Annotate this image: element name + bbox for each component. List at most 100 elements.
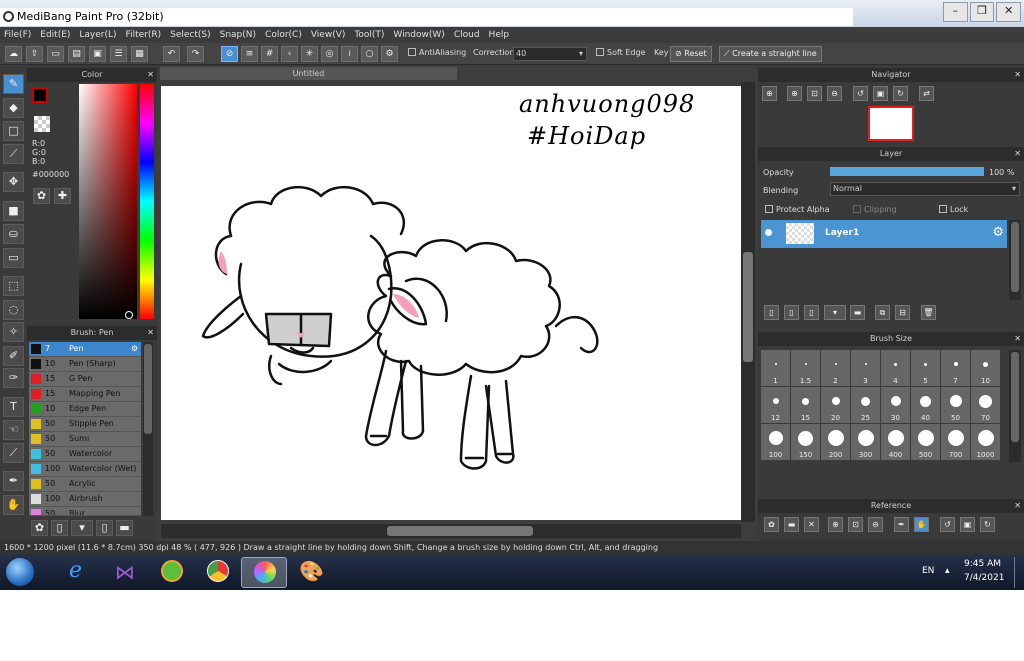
start-button-icon[interactable]: [6, 558, 34, 586]
close-icon[interactable]: ✕: [1014, 68, 1021, 82]
grid-snap-icon[interactable]: #: [261, 46, 278, 62]
brush-size-cell[interactable]: 1: [761, 350, 790, 386]
redo-icon[interactable]: ↷: [187, 46, 204, 62]
reset-view-icon[interactable]: ▣: [960, 517, 975, 532]
brush-item[interactable]: 50 Acrylic: [29, 477, 141, 492]
color-picker-handle[interactable]: [125, 311, 133, 319]
curve-snap-icon[interactable]: ≀: [341, 46, 358, 62]
menu-view[interactable]: View(V): [311, 27, 346, 43]
zoom-out-icon[interactable]: ⊖: [827, 86, 842, 101]
flip-icon[interactable]: ⇄: [919, 86, 934, 101]
menu-file[interactable]: File(F): [4, 27, 31, 43]
brush-size-cell[interactable]: 4: [881, 350, 910, 386]
merge-layer-icon[interactable]: ⧉: [875, 305, 890, 320]
page-icon[interactable]: ▣: [89, 46, 106, 62]
brush-list-scrollbar[interactable]: [143, 342, 153, 516]
comment-icon[interactable]: ▭: [47, 46, 64, 62]
layer-add-menu-icon[interactable]: ▾: [824, 305, 846, 320]
brush-size-cell[interactable]: 15: [791, 387, 820, 423]
shape-tool-icon[interactable]: ⟋: [3, 144, 24, 164]
document-tab[interactable]: Untitled: [160, 67, 457, 80]
saturation-value-picker[interactable]: [79, 84, 137, 319]
clock-date[interactable]: 7/4/2021: [964, 573, 1004, 583]
bucket-tool-icon[interactable]: ⛀: [3, 224, 24, 244]
brush-size-cell[interactable]: 50: [941, 387, 970, 423]
rotate-left-icon[interactable]: ↺: [940, 517, 955, 532]
ellipse-snap-icon[interactable]: ○: [361, 46, 378, 62]
brush-add-icon[interactable]: ✿: [31, 520, 48, 536]
tray-expand-icon[interactable]: ▴: [945, 566, 950, 576]
reset-button[interactable]: ⊘ Reset: [670, 46, 712, 62]
rotate-right-icon[interactable]: ↻: [980, 517, 995, 532]
vs-taskbar-button[interactable]: ⋈: [103, 557, 149, 588]
brush-item[interactable]: 15 Mapping Pen: [29, 387, 141, 402]
copy-icon[interactable]: ▯: [96, 520, 113, 536]
menu-help[interactable]: Help: [489, 27, 510, 43]
horizontal-scroll-thumb[interactable]: [387, 526, 533, 536]
canvas-horizontal-scrollbar[interactable]: [161, 524, 741, 538]
brush-size-cell[interactable]: 7: [941, 350, 970, 386]
language-indicator[interactable]: EN: [922, 566, 934, 576]
brush-size-cell[interactable]: 30: [881, 387, 910, 423]
brush-size-cell[interactable]: 150: [791, 424, 820, 460]
brush-size-cell[interactable]: 2: [821, 350, 850, 386]
layer-folder-icon[interactable]: ▬: [850, 305, 865, 320]
medibang-taskbar-button[interactable]: [241, 557, 287, 588]
reset-view-icon[interactable]: ▣: [873, 86, 888, 101]
brush-item[interactable]: 50 Sumi: [29, 432, 141, 447]
cloud-icon[interactable]: ☁: [5, 46, 22, 62]
close-icon[interactable]: ✕: [1014, 499, 1021, 513]
brush-menu-icon[interactable]: ▾: [71, 520, 93, 536]
menu-color[interactable]: Color(C): [265, 27, 302, 43]
hand-tool-icon[interactable]: ✋: [3, 495, 24, 515]
palette-icon[interactable]: ✿: [33, 188, 50, 204]
select-rect-icon[interactable]: ⬚: [3, 276, 24, 296]
magic-wand-icon[interactable]: ✧: [3, 322, 24, 342]
brush-item[interactable]: 100 Watercolor (Wet): [29, 462, 141, 477]
zoom-in-icon[interactable]: ⊕: [787, 86, 802, 101]
layer-scrollbar[interactable]: [1009, 220, 1021, 300]
new-layer-icon[interactable]: ▯: [764, 305, 779, 320]
chrome-taskbar-button[interactable]: [195, 557, 241, 588]
brush-size-cell[interactable]: 20: [821, 387, 850, 423]
perspective-snap-icon[interactable]: ‹: [281, 46, 298, 62]
antialiasing-checkbox[interactable]: AntiAliasing: [408, 48, 466, 57]
radial-snap-icon[interactable]: ✳: [301, 46, 318, 62]
minimize-button[interactable]: –: [943, 2, 968, 22]
fit-screen-icon[interactable]: ⊡: [807, 86, 822, 101]
menu-tool[interactable]: Tool(T): [354, 27, 384, 43]
grid-icon[interactable]: ▦: [131, 46, 148, 62]
clipping-checkbox[interactable]: Clipping: [853, 205, 897, 214]
paint-taskbar-button[interactable]: 🎨: [287, 557, 333, 588]
lasso-tool-icon[interactable]: ◌: [3, 300, 24, 320]
list-icon[interactable]: ☰: [110, 46, 127, 62]
close-icon[interactable]: ✕: [1014, 147, 1021, 161]
restore-button[interactable]: ❐: [969, 2, 995, 22]
operation-tool-icon[interactable]: ☜: [3, 420, 24, 440]
brush-size-cell[interactable]: 500: [911, 424, 940, 460]
chat-icon[interactable]: ▤: [68, 46, 85, 62]
eye-icon[interactable]: [765, 229, 772, 236]
eyedropper-icon[interactable]: ✒: [894, 517, 909, 532]
brush-size-cell[interactable]: 40: [911, 387, 940, 423]
brush-size-cell[interactable]: 12: [761, 387, 790, 423]
concentric-snap-icon[interactable]: ◎: [321, 46, 338, 62]
dot-tool-icon[interactable]: □: [3, 121, 24, 141]
zoom-in-icon[interactable]: ⊕: [828, 517, 843, 532]
brush-tool-icon[interactable]: ✎: [3, 74, 24, 94]
parallel-snap-icon[interactable]: ≡: [241, 46, 258, 62]
snap-off-icon[interactable]: ⊘: [221, 46, 238, 62]
brush-size-cell[interactable]: 3: [851, 350, 880, 386]
brush-size-cell[interactable]: 100: [761, 424, 790, 460]
brush-size-cell[interactable]: 1.5: [791, 350, 820, 386]
protect-alpha-checkbox[interactable]: Protect Alpha: [765, 205, 830, 214]
drawing-canvas[interactable]: anhvuong098 #HoiDap: [161, 86, 741, 520]
show-desktop-button[interactable]: [1014, 557, 1022, 588]
layer-row[interactable]: Layer1 ⚙: [761, 220, 1007, 248]
clock-time[interactable]: 9:45 AM: [964, 559, 1001, 569]
brush-item[interactable]: 10 Pen (Sharp): [29, 357, 141, 372]
canvas-vertical-scrollbar[interactable]: [741, 82, 755, 522]
delete-layer-icon[interactable]: 🗑: [921, 305, 936, 320]
close-button[interactable]: ✕: [996, 2, 1022, 22]
hand-icon[interactable]: ✋: [914, 517, 929, 532]
